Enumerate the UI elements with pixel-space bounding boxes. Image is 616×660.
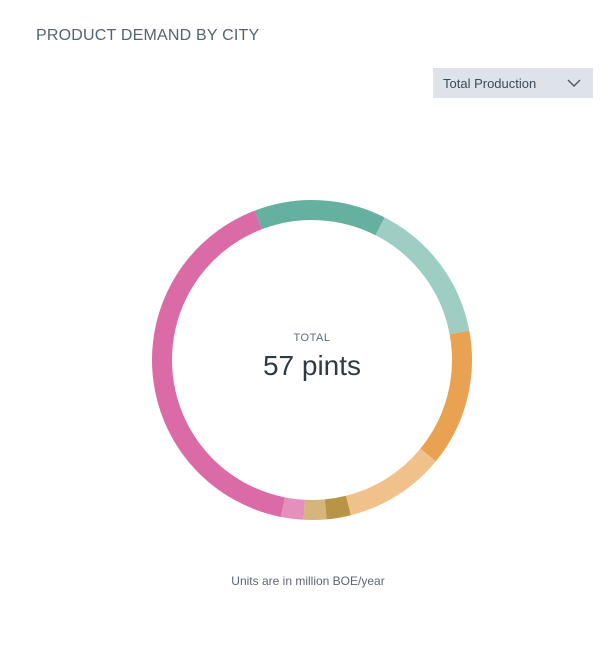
donut-slice-2[interactable] xyxy=(375,217,470,335)
units-footnote: Units are in million BOE/year xyxy=(231,574,385,588)
donut-slice-5[interactable] xyxy=(324,495,351,520)
donut-slice-4[interactable] xyxy=(345,448,436,516)
donut-slice-7[interactable] xyxy=(280,497,305,520)
donut-slice-1[interactable] xyxy=(254,200,385,236)
donut-chart xyxy=(152,200,472,520)
donut-slice-6[interactable] xyxy=(303,499,327,520)
total-value: 57 pints xyxy=(262,350,362,381)
total-label: TOTAL xyxy=(293,332,331,344)
